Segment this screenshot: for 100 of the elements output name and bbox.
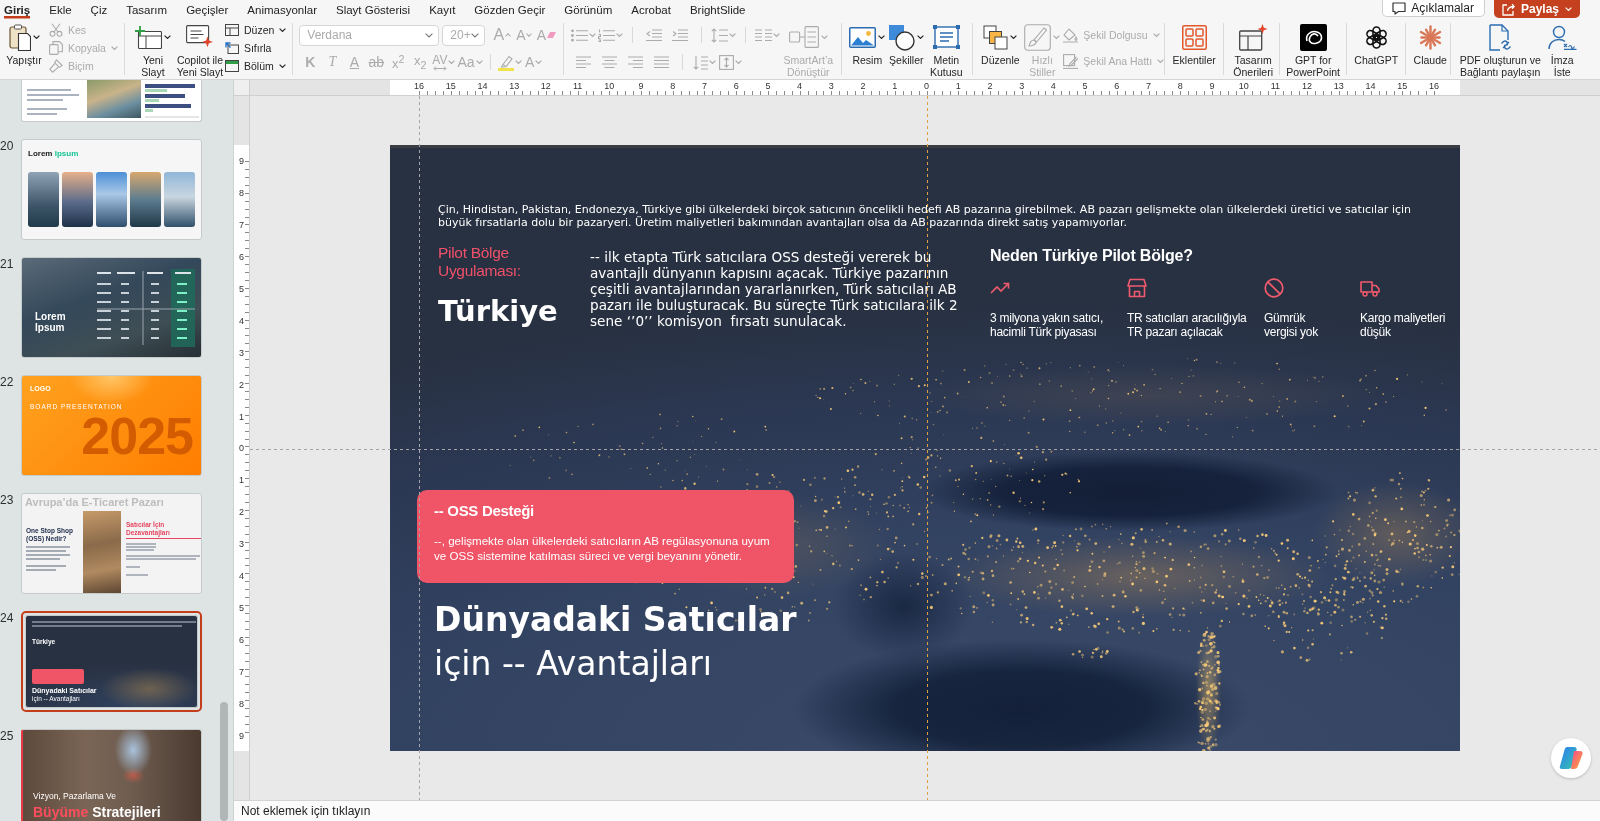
align-center-icon [601, 56, 617, 68]
caret-icon [514, 60, 522, 64]
shapes-button[interactable]: Şekiller [886, 20, 927, 66]
slide-thumbnail[interactable]: Lorem Ipsum [21, 139, 202, 240]
slide-title: Dünyadaki Satıcılar [434, 599, 798, 641]
reset-button[interactable]: Sıfırla [224, 39, 287, 57]
ruler-label: 15 [1396, 80, 1409, 93]
new-slide-icon [134, 25, 162, 49]
intro-paragraph: Çin, Hindistan, Pakistan, Endonezya, Türkiye gibi ülkelerdeki birçok satıcının öncelikli hedefi AB pazarına girebilmek. AB pazarı gelişmekte olan ülkelerdeki üretici ve satıcılar için büyük fırsatlarla dolu bir pazaryeri. Üretim maliyetleri bakımından avantajları olsa da AB pazarında direkt satış yapamıyorlar. [438, 203, 1413, 230]
scrollbar[interactable] [220, 702, 228, 821]
callout-box [32, 669, 84, 684]
caret-icon [535, 60, 543, 64]
ruler-label: 5 [1081, 80, 1089, 93]
picture-button[interactable]: Resim [848, 20, 887, 66]
spiral-icon [1299, 23, 1327, 51]
ruler-label: 4 [796, 80, 804, 93]
share-button[interactable]: Paylaş [1493, 0, 1580, 18]
section-icon [224, 60, 239, 72]
menu-tab[interactable]: Geçişler [186, 0, 229, 20]
ruler-label: 8 [238, 186, 245, 199]
slide-number: 22 [0, 375, 15, 391]
ruler-label: 7 [238, 218, 245, 231]
menu-tab[interactable]: Görünüm [564, 0, 613, 20]
callout-text: --, gelişmekte olan ülkelerdeki satıcıların AB regülasyonuna uyum ve OSS sistemine katılması süreci ve vergi beyanını yönetir. [434, 533, 771, 563]
ruler-label: 0 [923, 80, 930, 93]
design-ideas-button[interactable]: Tasarım Önerileri [1230, 20, 1277, 78]
menu-tab[interactable]: Çiz [90, 0, 108, 20]
section-button[interactable]: Bölüm [224, 57, 287, 75]
text-box-icon [932, 25, 960, 49]
reason-text: Kargo maliyetleri düşük [1360, 310, 1447, 339]
menu-tab[interactable]: Animasyonlar [247, 0, 317, 20]
slide-thumbnail[interactable] [21, 80, 202, 122]
ruler-label: 2 [859, 80, 867, 93]
ruler-label: 0 [238, 442, 245, 455]
reason-text: Gümrük vergisi yok [1264, 310, 1319, 339]
comment-icon [1392, 1, 1407, 15]
menu-tab[interactable]: Tasarım [126, 0, 168, 20]
menu-tab[interactable]: Acrobat [631, 0, 671, 20]
ruler-label: 11 [1269, 80, 1282, 93]
reset-icon [224, 42, 239, 54]
chevron-icon [425, 32, 434, 38]
caret-icon [1157, 59, 1165, 63]
add-ins-icon [1181, 24, 1207, 50]
bullets-icon [571, 28, 589, 42]
ruler-label: 1 [891, 80, 899, 93]
copilot-slide-button[interactable]: Copilot ile Yeni Slayt [174, 20, 225, 78]
ruler-label: 9 [238, 155, 245, 167]
caret-icon [110, 46, 118, 50]
menu-tab[interactable]: Slayt Gösterisi [336, 0, 411, 20]
bar-chart-drawing [145, 84, 199, 118]
caret-icon [1565, 7, 1572, 11]
ruler-label: 5 [238, 282, 245, 295]
slide-thumbnail[interactable]: Vizyon, Pazarlama Ve Büyüme Stratejileri [21, 729, 202, 821]
thumbnail-title: Lorem Ipsum [35, 310, 67, 333]
chatgpt-button[interactable]: ChatGPT [1353, 20, 1400, 66]
reasons-heading: Neden Türkiye Pilot Bölge? [990, 245, 1194, 266]
caret-icon [708, 60, 716, 64]
ruler-label: 1 [954, 80, 962, 93]
quick-styles-icon [1024, 23, 1052, 51]
decrease-indent-icon [646, 29, 663, 41]
arrange-button[interactable]: Düzenle [979, 20, 1022, 66]
increase-indent-icon [672, 29, 689, 41]
comments-button[interactable]: Açıklamalar [1382, 0, 1485, 17]
photo-placeholder [96, 172, 127, 227]
add-ins-button[interactable]: Eklentiler [1171, 20, 1218, 66]
menu-tab[interactable]: Kayıt [429, 0, 456, 20]
ruler-label: 16 [413, 80, 425, 93]
ruler-label: 6 [1113, 80, 1121, 93]
copilot-button[interactable] [1551, 738, 1591, 778]
caret-icon [917, 35, 925, 39]
pilot-label: Pilot Bölge Uygulaması: [438, 243, 522, 281]
justify-icon [653, 56, 669, 68]
menu-tab[interactable]: Gözden Geçir [474, 0, 546, 20]
ruler-label: 9 [637, 80, 645, 93]
ruler-label: 14 [476, 80, 489, 93]
caret-icon [1053, 35, 1061, 39]
slide-thumbnail[interactable]: Lorem Ipsum [21, 257, 202, 358]
notes-field[interactable]: Not eklemek için tıklayın [234, 801, 1600, 821]
layout-button[interactable]: Düzen [224, 21, 287, 39]
clipboard-icon [8, 23, 31, 51]
paste-button[interactable]: Yapıştır [4, 20, 44, 66]
ruler-label: 10 [603, 80, 616, 93]
eraser-icon [547, 32, 556, 38]
pdf-share-button[interactable]: PDF oluşturun ve Bağlantı paylaşın [1455, 20, 1546, 78]
designer-icon [1238, 23, 1268, 51]
ruler-label: 3 [1018, 80, 1026, 93]
claude-button[interactable]: Claude [1412, 20, 1449, 66]
thumbnail-title: Lorem Ipsum [28, 149, 80, 159]
ruler-label: 1 [238, 410, 245, 423]
caret-icon [278, 64, 286, 68]
caret-down-icon [526, 33, 533, 37]
new-slide-button[interactable]: Yeni Slayt [130, 20, 175, 78]
text-box-button[interactable]: Metin Kutusu [926, 20, 967, 78]
gpt-button[interactable]: GPT for PowerPoint [1286, 20, 1341, 78]
menu-tab[interactable]: BrightSlide [689, 0, 746, 20]
ruler-label: 1 [238, 474, 245, 487]
menu-tab[interactable]: Ekle [49, 0, 72, 20]
line-spacing-icon [711, 27, 729, 43]
signature-button[interactable]: İmza İste [1545, 20, 1580, 78]
ruler-label: 6 [238, 634, 245, 647]
